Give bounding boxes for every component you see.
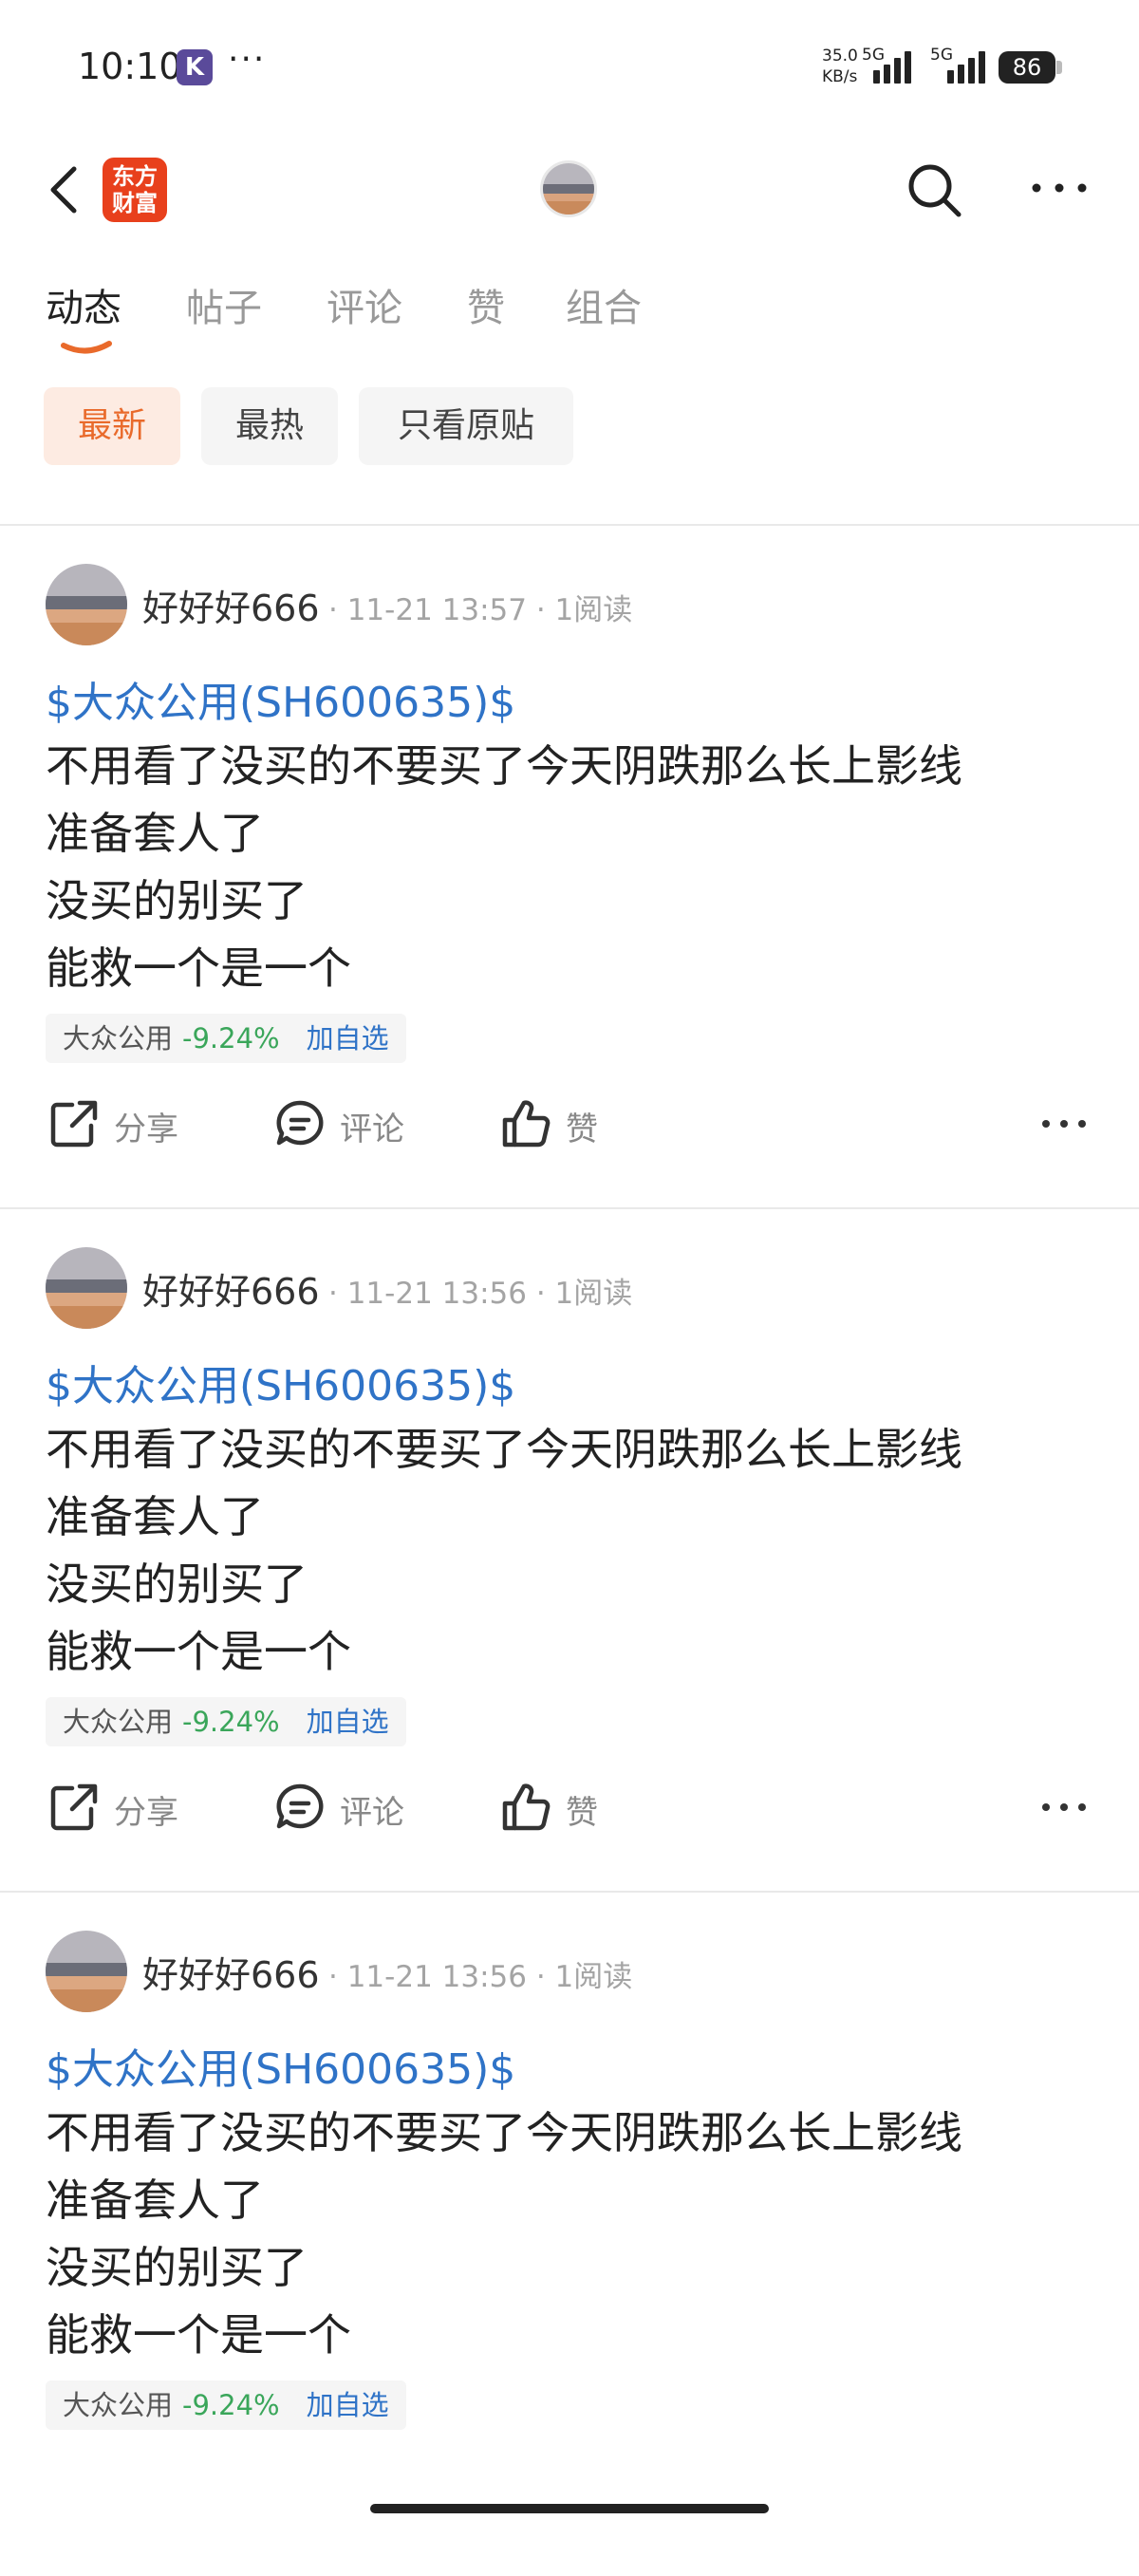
battery-tip xyxy=(1056,61,1062,74)
post-body: 不用看了没买的不要买了今天阴跌那么长上影线 准备套人了 没买的别买了 能救一个是… xyxy=(46,740,962,994)
post-card[interactable]: 好好好666 · 11-21 13:57 · 1阅读 $大众公用(SH60063… xyxy=(0,526,1139,1209)
post-more-icon[interactable] xyxy=(1040,1114,1088,1133)
post-card[interactable]: 好好好666 · 11-21 13:56 · 1阅读 $大众公用(SH60063… xyxy=(0,1209,1139,1893)
stock-change: -9.24% xyxy=(182,2389,280,2421)
post-body: 不用看了没买的不要买了今天阴跌那么长上影线 准备套人了 没买的别买了 能救一个是… xyxy=(46,2107,962,2361)
signal-icon xyxy=(873,49,921,84)
avatar[interactable] xyxy=(46,1931,127,2012)
filter-hottest[interactable]: 最热 xyxy=(201,387,338,465)
network-speed: 35.0 KB/s xyxy=(822,47,858,86)
stock-tag-link[interactable]: $大众公用(SH600635)$ xyxy=(46,2035,515,2096)
header-avatar[interactable] xyxy=(540,160,597,217)
home-indicator[interactable] xyxy=(370,2504,769,2513)
post-more-icon[interactable] xyxy=(1040,1798,1088,1817)
post-username[interactable]: 好好好666 xyxy=(142,1946,320,1998)
post-username[interactable]: 好好好666 xyxy=(142,1262,320,1315)
filter-latest[interactable]: 最新 xyxy=(44,387,180,465)
filter-original-only[interactable]: 只看原贴 xyxy=(359,387,573,465)
share-icon xyxy=(50,1783,98,1831)
back-icon[interactable] xyxy=(42,163,89,216)
stock-chip[interactable]: 大众公用 -9.24% 加自选 xyxy=(46,1014,406,1063)
stock-name: 大众公用 xyxy=(63,2389,174,2421)
share-icon xyxy=(50,1100,98,1148)
post-meta: · 11-21 13:57 · 1阅读 xyxy=(328,593,633,627)
post-card[interactable]: 好好好666 · 11-21 13:56 · 1阅读 $大众公用(SH60063… xyxy=(0,1893,1139,2576)
post-meta: · 11-21 13:56 · 1阅读 xyxy=(328,1277,633,1311)
more-icon[interactable] xyxy=(1029,177,1090,199)
stock-tag-link[interactable]: $大众公用(SH600635)$ xyxy=(46,668,515,729)
avatar[interactable] xyxy=(46,564,127,645)
tab-likes[interactable]: 赞 xyxy=(467,277,505,332)
add-watchlist-button[interactable]: 加自选 xyxy=(307,1706,389,1738)
app-notification-icon: K xyxy=(177,49,213,85)
comment-icon xyxy=(276,1783,324,1829)
add-watchlist-button[interactable]: 加自选 xyxy=(307,1022,389,1055)
stock-change: -9.24% xyxy=(182,1022,280,1055)
battery-icon: 86 xyxy=(999,51,1055,84)
thumbs-up-icon xyxy=(502,1783,551,1831)
tab-dynamics[interactable]: 动态 xyxy=(46,277,121,332)
tab-portfolios[interactable]: 组合 xyxy=(566,277,642,332)
post-username[interactable]: 好好好666 xyxy=(142,579,320,631)
post-meta: · 11-21 13:56 · 1阅读 xyxy=(328,1960,633,1994)
top-app-bar: 东方 财富 xyxy=(0,142,1139,237)
avatar[interactable] xyxy=(46,1247,127,1329)
signal-icon-2 xyxy=(947,49,995,84)
thumbs-up-icon xyxy=(502,1100,551,1148)
tab-posts[interactable]: 帖子 xyxy=(186,277,262,332)
stock-name: 大众公用 xyxy=(63,1706,174,1738)
status-bar: 10:10 K ··· 35.0 KB/s 5G 5G 86 xyxy=(0,0,1139,133)
stock-chip[interactable]: 大众公用 -9.24% 加自选 xyxy=(46,1697,406,1746)
brand-logo: 东方 财富 xyxy=(103,158,167,222)
tab-comments[interactable]: 评论 xyxy=(327,277,402,332)
active-tab-indicator xyxy=(61,341,112,354)
stock-tag-link[interactable]: $大众公用(SH600635)$ xyxy=(46,1352,515,1412)
add-watchlist-button[interactable]: 加自选 xyxy=(307,2389,389,2421)
comment-icon xyxy=(276,1100,324,1146)
post-body: 不用看了没买的不要买了今天阴跌那么长上影线 准备套人了 没买的别买了 能救一个是… xyxy=(46,1424,962,1677)
search-icon[interactable] xyxy=(904,159,964,220)
stock-change: -9.24% xyxy=(182,1706,280,1738)
stock-name: 大众公用 xyxy=(63,1022,174,1055)
status-time: 10:10 xyxy=(78,46,182,87)
more-notifications-icon: ··· xyxy=(228,40,267,79)
stock-chip[interactable]: 大众公用 -9.24% 加自选 xyxy=(46,2380,406,2430)
